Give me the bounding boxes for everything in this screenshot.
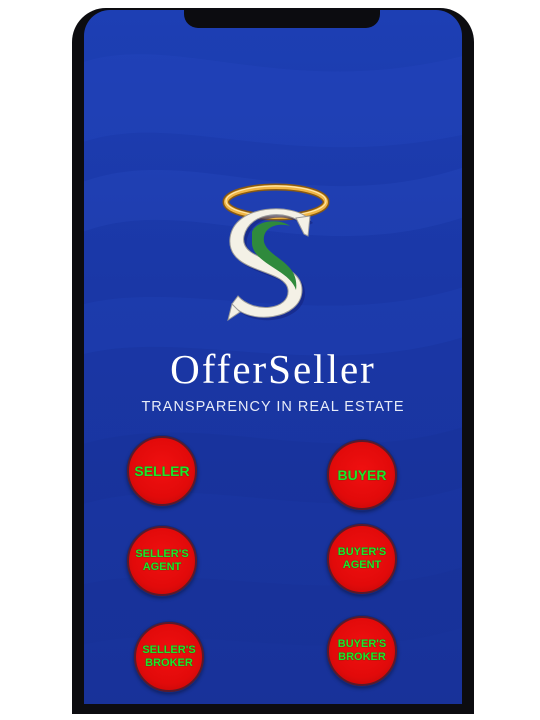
buyers-agent-button-label: BUYER'S AGENT (337, 546, 387, 571)
sellers-agent-button-label: SELLER'S AGENT (135, 548, 189, 573)
seller-button-label: SELLER (134, 463, 190, 479)
seller-button[interactable]: SELLER (127, 436, 197, 506)
phone-notch (184, 10, 380, 28)
sellers-broker-button[interactable]: SELLER'S BROKER (134, 622, 204, 692)
offerseller-logo-icon (222, 183, 330, 322)
brand-name: OfferSeller (170, 346, 376, 392)
buyers-broker-button-label: BUYER'S BROKER (337, 638, 387, 663)
screen-bottom-edge (84, 704, 462, 708)
sellers-broker-button-label: SELLER'S BROKER (142, 644, 196, 669)
phone-frame: OfferSeller TRANSPARENCY IN REAL ESTATE … (72, 8, 474, 714)
buyer-button[interactable]: BUYER (327, 440, 397, 510)
app-screen: OfferSeller TRANSPARENCY IN REAL ESTATE … (84, 10, 462, 708)
buyer-button-label: BUYER (337, 467, 387, 483)
buyers-agent-button[interactable]: BUYER'S AGENT (327, 524, 397, 594)
tagline: TRANSPARENCY IN REAL ESTATE (141, 399, 405, 415)
buyers-broker-button[interactable]: BUYER'S BROKER (327, 616, 397, 686)
sellers-agent-button[interactable]: SELLER'S AGENT (127, 526, 197, 596)
